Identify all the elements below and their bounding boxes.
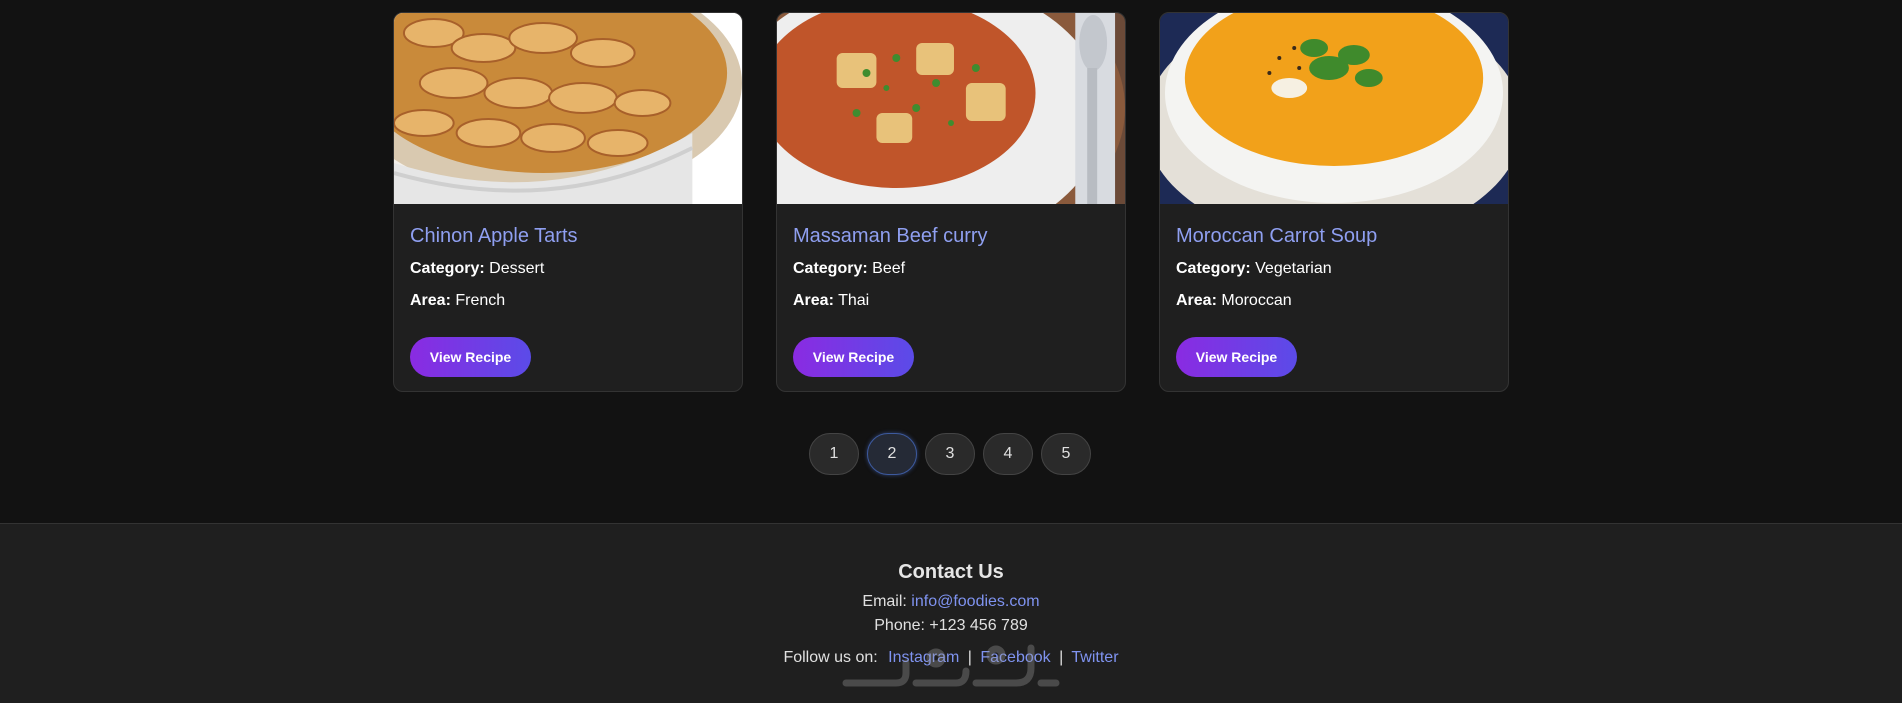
footer-email: Email: info@foodies.com [0,592,1902,612]
area-value: French [455,292,506,309]
category-value: Vegetarian [1255,260,1332,277]
recipe-card: Massaman Beef curry Category: Beef Area:… [776,12,1126,392]
email-label: Email: [862,593,907,610]
footer: Contact Us Email: info@foodies.com Phone… [0,523,1902,703]
recipe-area: Area: French [410,290,726,312]
area-value: Moroccan [1221,292,1292,309]
view-recipe-button[interactable]: View Recipe [410,337,531,377]
recipe-category: Category: Dessert [410,258,726,280]
recipe-card: Moroccan Carrot Soup Category: Vegetaria… [1159,12,1509,392]
apple-tart-photo [394,13,742,204]
beef-curry-photo [777,13,1125,204]
phone-value: +123 456 789 [929,617,1028,634]
page-button-3[interactable]: 3 [925,433,975,475]
page-button-5[interactable]: 5 [1041,433,1091,475]
email-link[interactable]: info@foodies.com [911,593,1039,610]
view-recipe-button[interactable]: View Recipe [1176,337,1297,377]
view-recipe-button[interactable]: View Recipe [793,337,914,377]
footer-title: Contact Us [898,561,1004,583]
area-label: Area: [793,292,834,309]
recipe-area: Area: Thai [793,290,1109,312]
footer-phone: Phone: +123 456 789 [0,616,1902,636]
area-value: Thai [838,292,870,309]
separator: | [967,649,972,666]
page-button-1[interactable]: 1 [809,433,859,475]
area-label: Area: [410,292,451,309]
recipe-title[interactable]: Chinon Apple Tarts [410,224,726,248]
page: Chinon Apple Tarts Category: Dessert Are… [0,0,1902,703]
recipe-area: Area: Moroccan [1176,290,1492,312]
area-label: Area: [1176,292,1217,309]
category-label: Category: [410,260,485,277]
twitter-link[interactable]: Twitter [1071,649,1118,666]
page-button-2[interactable]: 2 [867,433,917,475]
instagram-link[interactable]: Instagram [888,649,959,666]
recipe-category: Category: Vegetarian [1176,258,1492,280]
separator: | [1059,649,1064,666]
category-value: Beef [872,260,906,277]
pagination: 1 2 3 4 5 [809,433,1091,475]
recipe-card: Chinon Apple Tarts Category: Dessert Are… [393,12,743,392]
category-label: Category: [793,260,868,277]
recipe-category: Category: Beef [793,258,1109,280]
footer-social: Follow us on: Instagram | Facebook | Twi… [0,648,1902,668]
carrot-soup-photo [1160,13,1508,204]
category-value: Dessert [489,260,545,277]
page-button-4[interactable]: 4 [983,433,1033,475]
facebook-link[interactable]: Facebook [980,649,1050,666]
recipe-title[interactable]: Massaman Beef curry [793,224,1109,248]
follow-label: Follow us on: [783,649,878,666]
recipe-grid: Chinon Apple Tarts Category: Dessert Are… [393,12,1509,392]
recipe-title[interactable]: Moroccan Carrot Soup [1176,224,1492,248]
category-label: Category: [1176,260,1251,277]
phone-label: Phone: [874,617,925,634]
